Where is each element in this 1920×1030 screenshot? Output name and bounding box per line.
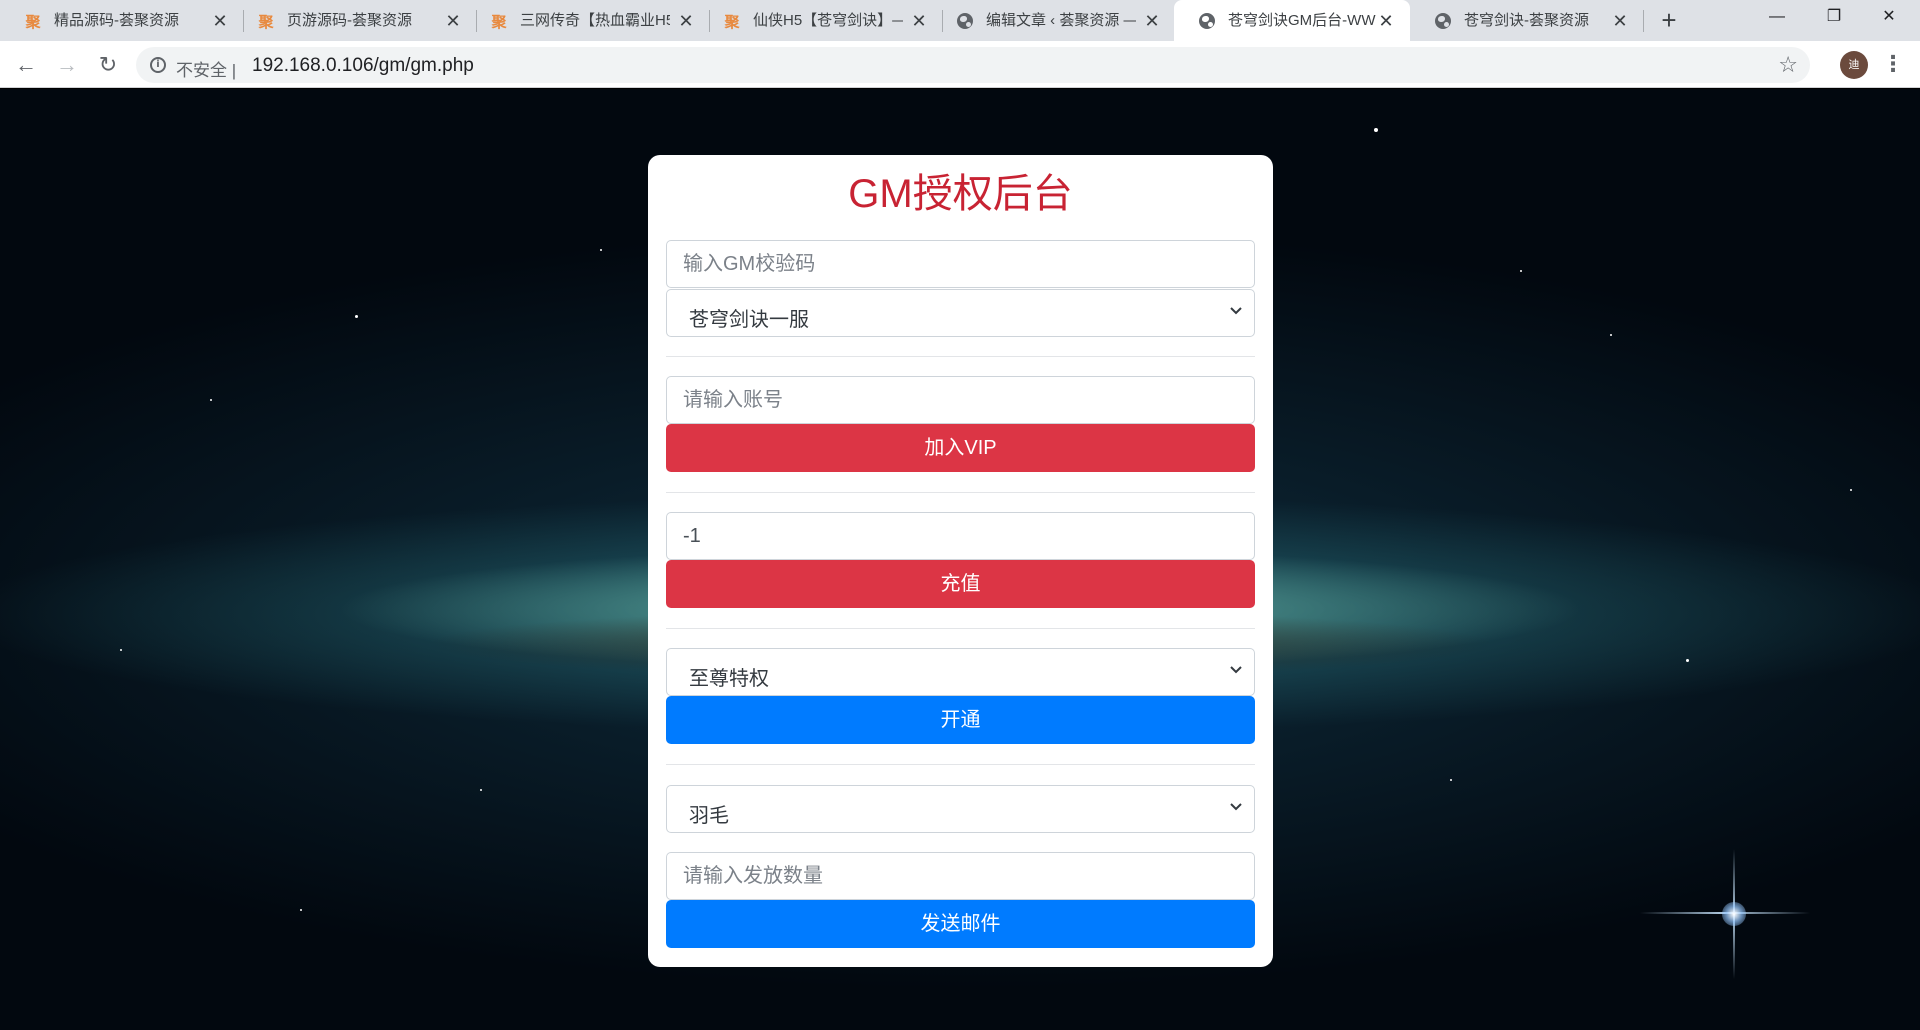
tab-title: 编辑文章 ‹ 荟聚资源 — [986, 12, 1136, 29]
recharge-button[interactable]: 充值 [666, 560, 1255, 608]
forward-button[interactable]: → [51, 49, 83, 81]
globe-icon [956, 12, 974, 30]
star-dot [480, 789, 482, 791]
back-button[interactable]: ← [10, 49, 42, 81]
url-text[interactable]: 192.168.0.106/gm/gm.php [252, 55, 474, 77]
ju-favicon-icon: 聚 [25, 13, 41, 31]
tab-title: 苍穹剑诀-荟聚资源 [1464, 12, 1589, 29]
bookmark-star-icon[interactable]: ☆ [1778, 51, 1798, 79]
page-title: GM授权后台 [848, 172, 1073, 216]
tab-close-icon[interactable]: ✕ [443, 11, 463, 31]
browser-toolbar: ← → ↻ i 不安全 | 192.168.0.106/gm/gm.php ☆ … [0, 41, 1920, 88]
tab-title: 仙侠H5【苍穹剑诀】— [753, 12, 903, 29]
tab-sanwang-chuanqi[interactable]: 聚 三网传奇【热血霸业H5 ✕ [466, 0, 710, 41]
tab-gm-houtai-active[interactable]: 苍穹剑诀GM后台-WW ✕ [1174, 0, 1410, 41]
profile-avatar[interactable]: 迪 [1840, 51, 1868, 79]
server-select[interactable]: 苍穹剑诀一服 [666, 289, 1255, 337]
tab-close-icon[interactable]: ✕ [909, 11, 929, 31]
info-icon[interactable]: i [150, 57, 166, 73]
gm-code-input[interactable] [666, 240, 1255, 288]
security-label: 不安全 | [176, 61, 237, 80]
server-select-value: 苍穹剑诀一服 [689, 309, 809, 331]
tab-title: 三网传奇【热血霸业H5 [520, 12, 670, 29]
star-dot [1520, 270, 1522, 272]
bright-star [1722, 902, 1746, 926]
privilege-select[interactable]: 至尊特权 [666, 648, 1255, 696]
browser-menu-icon[interactable]: ⋮ [1882, 51, 1904, 79]
section-divider [666, 764, 1255, 765]
new-tab-button[interactable]: + [1655, 6, 1683, 34]
ju-favicon-icon: 聚 [724, 13, 740, 31]
account-input[interactable] [666, 376, 1255, 424]
star-dot [1686, 659, 1689, 662]
tab-separator [1643, 10, 1644, 32]
recharge-amount-input[interactable] [666, 512, 1255, 560]
star-dot [210, 399, 212, 401]
url-separator: | [231, 61, 237, 80]
add-vip-button[interactable]: 加入VIP [666, 424, 1255, 472]
tab-close-icon[interactable]: ✕ [1610, 11, 1630, 31]
tab-close-icon[interactable]: ✕ [210, 11, 230, 31]
tab-close-icon[interactable]: ✕ [676, 11, 696, 31]
minimize-button[interactable]: — [1746, 0, 1808, 34]
section-divider [666, 628, 1255, 629]
chevron-down-icon [1228, 661, 1244, 682]
star-dot [120, 649, 122, 651]
tab-xianxia-h5[interactable]: 聚 仙侠H5【苍穹剑诀】— ✕ [699, 0, 943, 41]
chevron-down-icon [1228, 798, 1244, 819]
item-quantity-input[interactable] [666, 852, 1255, 900]
maximize-button[interactable]: ❐ [1803, 0, 1865, 34]
tab-cangqiong-jianjue[interactable]: 苍穹剑诀-荟聚资源 ✕ [1410, 0, 1644, 41]
tab-title: 苍穹剑诀GM后台-WW [1228, 12, 1376, 29]
tab-jingpin-yuanma[interactable]: 聚 精品源码-荟聚资源 ✕ [0, 0, 244, 41]
ju-favicon-icon: 聚 [258, 13, 274, 31]
section-divider [666, 356, 1255, 357]
privilege-select-value: 至尊特权 [689, 668, 769, 690]
star-dot [355, 315, 358, 318]
globe-icon [1434, 12, 1452, 30]
item-select-value: 羽毛 [689, 805, 729, 827]
tab-close-icon[interactable]: ✕ [1376, 11, 1396, 31]
star-dot [300, 909, 302, 911]
gm-panel: GM授权后台 苍穹剑诀一服 加入VIP 充值 至尊特权 开通 羽毛 发送邮件 [648, 155, 1273, 967]
star-dot [600, 249, 602, 251]
tab-yeyou-yuanma[interactable]: 聚 页游源码-荟聚资源 ✕ [233, 0, 477, 41]
tab-strip: 聚 精品源码-荟聚资源 ✕ 聚 页游源码-荟聚资源 ✕ 聚 三网传奇【热血霸业H… [0, 0, 1920, 41]
star-dot [1850, 489, 1852, 491]
open-privilege-button[interactable]: 开通 [666, 696, 1255, 744]
reload-button[interactable]: ↻ [92, 49, 124, 81]
tab-close-icon[interactable]: ✕ [1142, 11, 1162, 31]
star-dot [1374, 128, 1378, 132]
globe-icon [1198, 12, 1216, 30]
address-bar[interactable]: i 不安全 | 192.168.0.106/gm/gm.php ☆ [136, 47, 1810, 83]
section-divider [666, 492, 1255, 493]
send-mail-button[interactable]: 发送邮件 [666, 900, 1255, 948]
star-dot [1610, 334, 1612, 336]
close-window-button[interactable]: ✕ [1858, 0, 1920, 34]
tab-bianji-wenzhang[interactable]: 编辑文章 ‹ 荟聚资源 — ✕ [932, 0, 1176, 41]
ju-favicon-icon: 聚 [491, 13, 507, 31]
tab-title: 页游源码-荟聚资源 [287, 12, 412, 29]
star-dot [1450, 779, 1452, 781]
tab-title: 精品源码-荟聚资源 [54, 12, 179, 29]
chevron-down-icon [1228, 302, 1244, 323]
item-select[interactable]: 羽毛 [666, 785, 1255, 833]
